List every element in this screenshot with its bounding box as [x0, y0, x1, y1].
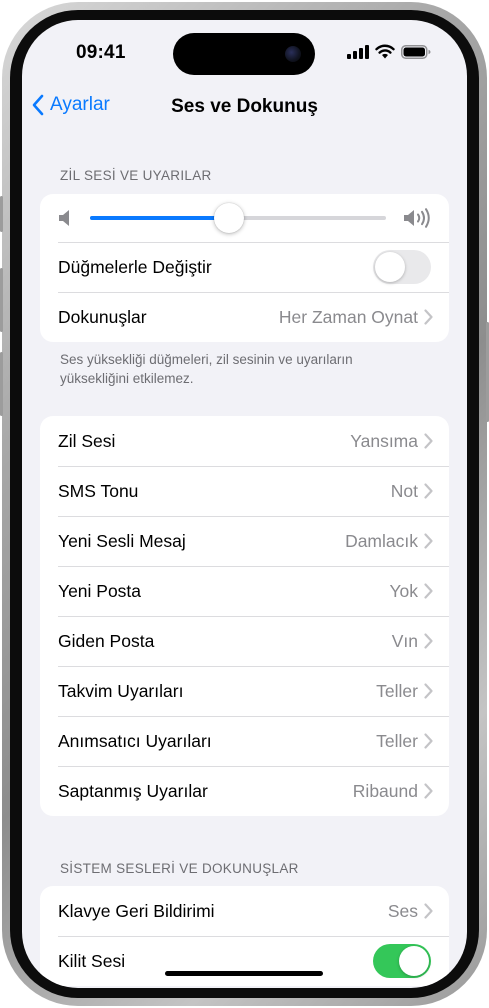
- ringer-card: Düğmelerle Değiştir Dokunuşlar Her Zaman…: [40, 194, 449, 342]
- sound-row-label: SMS Tonu: [58, 480, 139, 501]
- sound-row[interactable]: Takvim Uyarıları Teller: [40, 666, 449, 716]
- volume-slider-row: [40, 194, 449, 242]
- sound-row-value: Teller: [376, 730, 418, 751]
- sound-row-value: Damlacık: [345, 530, 418, 551]
- sound-row-value: Yok: [389, 580, 418, 601]
- wifi-icon: [375, 44, 395, 59]
- volume-slider-fill: [90, 216, 230, 220]
- speaker-icon: [59, 210, 69, 226]
- sound-row[interactable]: Giden Posta Vın: [40, 616, 449, 666]
- chevron-right-icon: [424, 583, 433, 599]
- screen: 09:41 Ayarlar Ses ve Dokunuş ZİL SESİ VE…: [22, 20, 467, 988]
- chevron-right-icon: [424, 483, 433, 499]
- sound-row-label: Yeni Posta: [58, 580, 142, 601]
- cellular-signal-icon: [347, 44, 369, 59]
- chevron-right-icon: [424, 903, 433, 919]
- volume-slider[interactable]: [90, 203, 386, 233]
- haptics-row[interactable]: Dokunuşlar Her Zaman Oynat: [40, 292, 449, 342]
- lock-sound-row: Kilit Sesi: [40, 936, 449, 986]
- section-header-system: SİSTEM SESLERİ VE DOKUNUŞLAR: [60, 861, 299, 876]
- status-time: 09:41: [76, 42, 126, 63]
- ringer-footnote: Ses yüksekliği düğmeleri, zil sesinin ve…: [60, 352, 353, 386]
- sound-row-label: Yeni Sesli Mesaj: [58, 530, 186, 551]
- sound-row[interactable]: Yeni Sesli Mesaj Damlacık: [40, 516, 449, 566]
- change-with-buttons-toggle[interactable]: [373, 250, 431, 284]
- sound-row-label: Saptanmış Uyarılar: [58, 780, 208, 801]
- home-indicator: [165, 971, 323, 976]
- toggle-knob: [375, 252, 405, 282]
- chevron-right-icon: [424, 783, 433, 799]
- sound-row[interactable]: Yeni Posta Yok: [40, 566, 449, 616]
- lock-sound-label: Kilit Sesi: [58, 950, 126, 971]
- chevron-right-icon: [424, 683, 433, 699]
- battery-icon: [401, 44, 431, 59]
- dynamic-island: [173, 33, 315, 75]
- sound-row[interactable]: SMS Tonu Not: [40, 466, 449, 516]
- chevron-right-icon: [424, 733, 433, 749]
- sound-row-value: Ribaund: [352, 780, 418, 801]
- sound-row-label: Takvim Uyarıları: [58, 680, 184, 701]
- page-title: Ses ve Dokunuş: [171, 96, 318, 117]
- haptics-label: Dokunuşlar: [58, 306, 147, 327]
- speaker-wave-icon: [404, 208, 430, 228]
- sounds-card: Zil Sesi Yansıma SMS Tonu Not Yeni Sesli Mes…: [40, 416, 449, 816]
- sound-row-value: Vın: [391, 630, 418, 651]
- action-button: [0, 196, 3, 232]
- sound-row-label: Zil Sesi: [58, 430, 116, 451]
- chevron-right-icon: [424, 533, 433, 549]
- sound-row-value: Not: [390, 480, 418, 501]
- section-header-ringer: ZİL SESİ VE UYARILAR: [60, 168, 212, 183]
- sound-row[interactable]: Saptanmış Uyarılar Ribaund: [40, 766, 449, 816]
- keyboard-feedback-value: Ses: [387, 900, 418, 921]
- volume-up-button: [0, 268, 3, 332]
- status-icons: [347, 44, 431, 59]
- chevron-right-icon: [424, 309, 433, 325]
- chevron-right-icon: [424, 433, 433, 449]
- toggle-knob: [399, 946, 429, 976]
- change-with-buttons-label: Düğmelerle Değiştir: [58, 256, 212, 277]
- haptics-value: Her Zaman Oynat: [278, 306, 418, 327]
- front-camera-icon: [285, 46, 301, 62]
- volume-down-button: [0, 352, 3, 416]
- sound-row[interactable]: Zil Sesi Yansıma: [40, 416, 449, 466]
- sound-row-value: Yansıma: [350, 430, 418, 451]
- keyboard-feedback-label: Klavye Geri Bildirimi: [58, 900, 215, 921]
- volume-slider-thumb[interactable]: [214, 203, 245, 233]
- chevron-right-icon: [424, 633, 433, 649]
- sound-row[interactable]: Anımsatıcı Uyarıları Teller: [40, 716, 449, 766]
- sound-row-value: Teller: [376, 680, 418, 701]
- change-with-buttons-row: Düğmelerle Değiştir: [40, 242, 449, 292]
- keyboard-feedback-row[interactable]: Klavye Geri Bildirimi Ses: [40, 886, 449, 936]
- sound-row-label: Anımsatıcı Uyarıları: [58, 730, 212, 751]
- sound-row-label: Giden Posta: [58, 630, 155, 651]
- lock-sound-toggle[interactable]: [373, 944, 431, 978]
